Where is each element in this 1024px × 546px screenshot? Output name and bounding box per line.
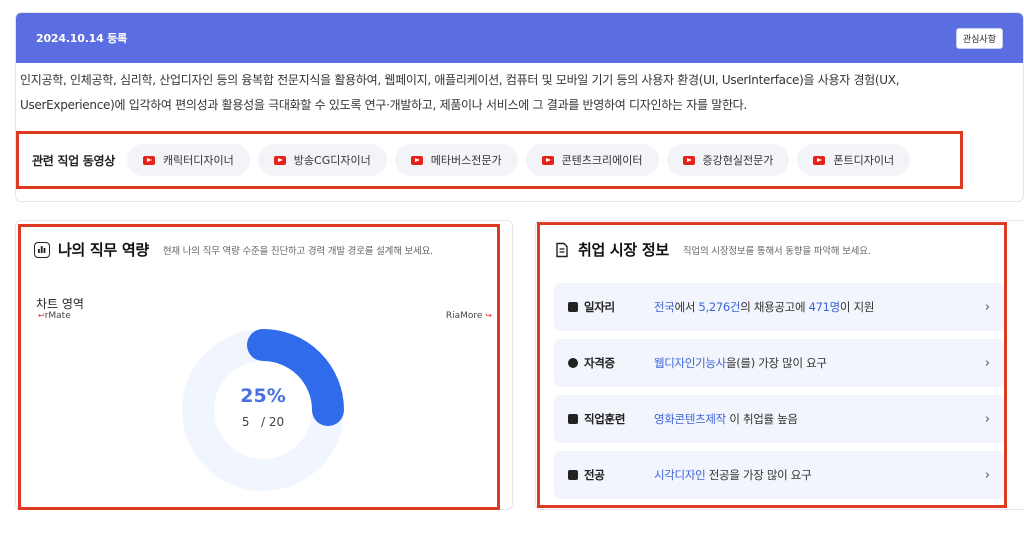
youtube-icon (541, 155, 554, 165)
related-videos-title: 관련 직업 동영상 (32, 153, 115, 168)
interest-button[interactable]: 관심사항 (955, 27, 1003, 49)
youtube-icon (142, 155, 155, 165)
youtube-icon (813, 155, 826, 165)
video-chip-broadcast-cg[interactable]: 방송CG디자이너 (257, 144, 387, 176)
youtube-icon (273, 155, 286, 165)
header-bar: 2024.10.14 등록 관심사항 (16, 13, 1023, 63)
description-line-2: UserExperience)에 입각하여 편의성과 활용성을 극대화할 수 있… (20, 98, 747, 112)
video-chip-label: 폰트디자이너 (833, 154, 895, 167)
video-chip-label: 메타버스전문가 (430, 154, 502, 167)
video-chip-label: 캐릭터디자이너 (162, 154, 234, 167)
video-chip-ar-specialist[interactable]: 증강현실전문가 (666, 144, 790, 176)
video-chip-content-creator[interactable]: 콘텐츠크리에이터 (525, 144, 659, 176)
youtube-icon (410, 155, 423, 165)
video-chip-label: 콘텐츠크리에이터 (561, 154, 643, 167)
video-chip-label: 방송CG디자이너 (293, 154, 371, 167)
video-chip-label: 증강현실전문가 (702, 154, 774, 167)
video-chip-metaverse[interactable]: 메타버스전문가 (394, 144, 518, 176)
market-highlight-box (537, 222, 1007, 508)
registration-date: 2024.10.14 등록 (36, 32, 128, 45)
job-description: 인지공학, 인체공학, 심리학, 산업디자인 등의 융복합 전문지식을 활용하여… (20, 68, 920, 118)
related-videos: 관련 직업 동영상 캐릭터디자이너 방송CG디자이너 메타버스전문가 콘텐츠크리… (16, 132, 960, 188)
description-line-1: 인지공학, 인체공학, 심리학, 산업디자인 등의 융복합 전문지식을 활용하여… (20, 73, 900, 87)
competency-highlight-box (18, 224, 500, 510)
video-chip-character-designer[interactable]: 캐릭터디자이너 (126, 144, 250, 176)
video-chip-font-designer[interactable]: 폰트디자이너 (797, 144, 911, 176)
youtube-icon (682, 155, 695, 165)
